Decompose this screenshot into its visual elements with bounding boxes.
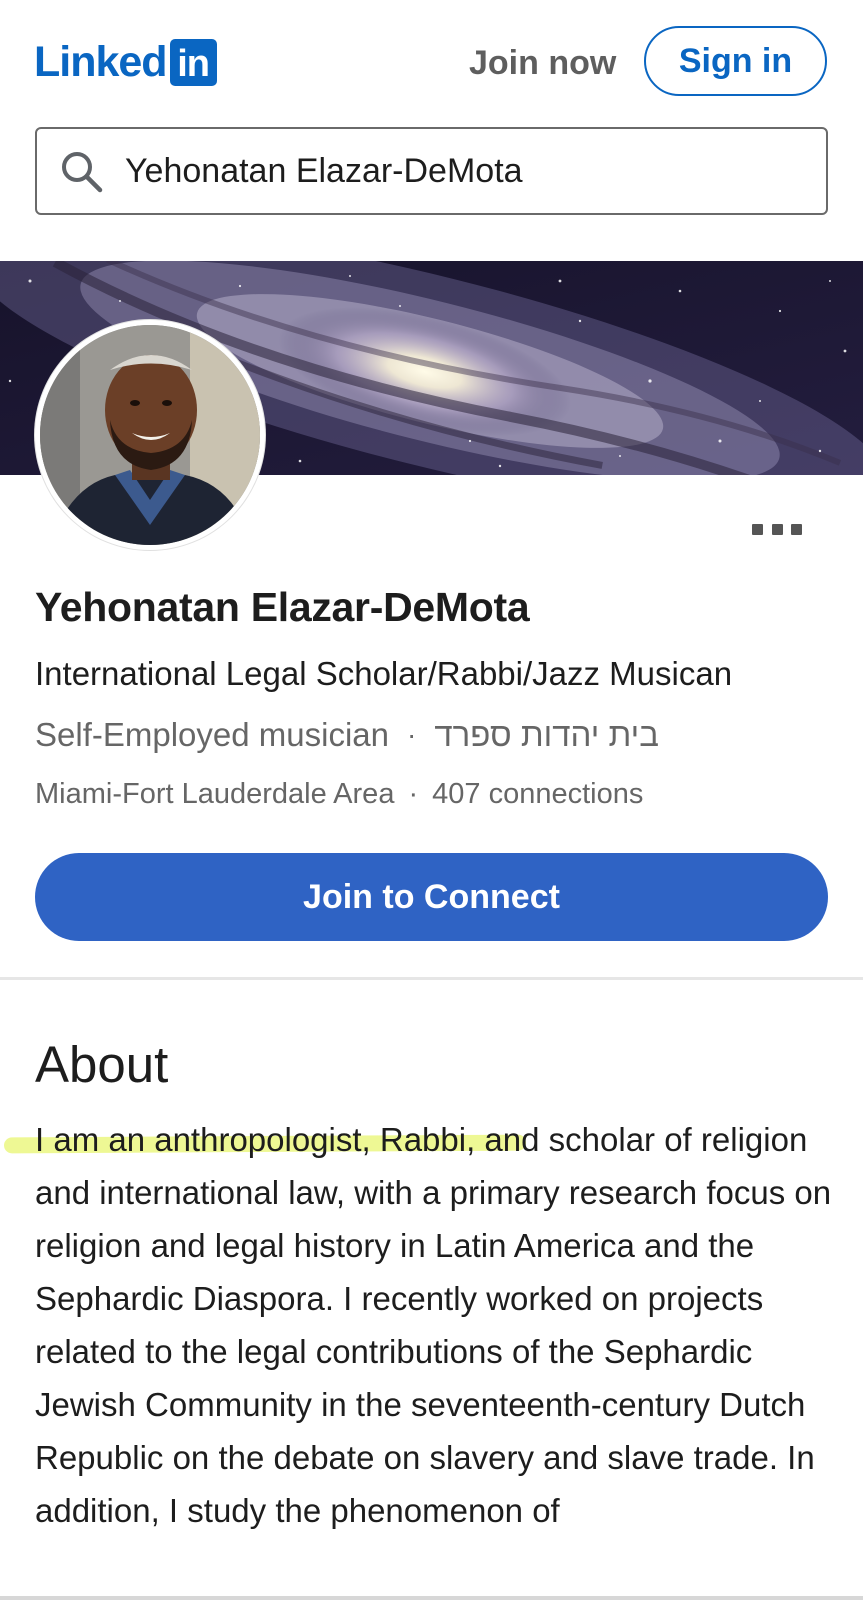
profile-headline: International Legal Scholar/Rabbi/Jazz M…	[35, 655, 733, 692]
separator-dot: ·	[408, 778, 419, 810]
join-to-connect-button[interactable]: Join to Connect	[35, 853, 828, 941]
section-divider	[0, 977, 863, 980]
search-box[interactable]	[35, 127, 828, 215]
search-icon	[59, 149, 105, 195]
profile-location: Miami-Fort Lauderdale Area	[35, 778, 395, 810]
sign-in-button[interactable]: Sign in	[644, 26, 827, 96]
logo-wordmark: Linked	[34, 38, 168, 86]
more-options-icon[interactable]	[752, 518, 802, 540]
logo-in-box: in	[169, 38, 217, 86]
profile-name: Yehonatan Elazar-DeMota	[35, 584, 530, 630]
connections-count: 407 connections	[432, 778, 644, 810]
profile-meta-line: Miami-Fort Lauderdale Area · 407 connect…	[35, 778, 643, 811]
about-text: I am an anthropologist, Rabbi, and schol…	[35, 1121, 832, 1529]
profile-photo-avatar[interactable]	[35, 320, 265, 550]
join-now-link[interactable]: Join now	[469, 40, 616, 86]
top-header: Linked in Join now Sign in	[0, 0, 863, 120]
profile-experience-line: Self-Employed musician · בית יהדות ספרד	[35, 716, 659, 754]
separator-dot: ·	[406, 719, 417, 750]
search-input[interactable]	[125, 139, 805, 203]
bottom-edge	[0, 1596, 863, 1600]
education-school[interactable]: בית יהדות ספרד	[434, 716, 659, 754]
current-company[interactable]: Self-Employed musician	[35, 716, 389, 754]
about-heading: About	[35, 1036, 169, 1093]
linkedin-logo[interactable]: Linked in	[34, 38, 217, 86]
profile-page: Linked in Join now Sign in Yehonatan Ela…	[0, 0, 863, 1600]
